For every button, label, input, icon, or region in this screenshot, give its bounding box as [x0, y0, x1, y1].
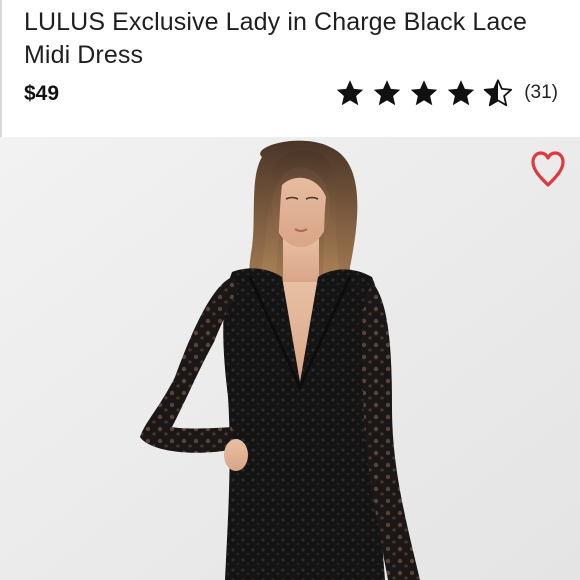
star-full-icon [409, 78, 439, 108]
star-full-icon [446, 78, 476, 108]
product-listing: LULUS Exclusive Lady in Charge Black Lac… [0, 0, 580, 580]
star-half-icon [483, 78, 513, 108]
product-price: $49 [24, 82, 60, 105]
star-full-icon [372, 78, 402, 108]
listing-header: LULUS Exclusive Lady in Charge Black Lac… [0, 0, 580, 137]
product-title: LULUS Exclusive Lady in Charge Black Lac… [24, 8, 527, 69]
rating[interactable]: (31) [335, 77, 558, 109]
product-image [0, 137, 580, 580]
divider [0, 0, 2, 137]
product-photo[interactable] [0, 137, 580, 580]
favorite-heart-icon[interactable] [530, 150, 566, 190]
review-count[interactable]: (31) [524, 82, 558, 104]
star-full-icon [335, 78, 365, 108]
